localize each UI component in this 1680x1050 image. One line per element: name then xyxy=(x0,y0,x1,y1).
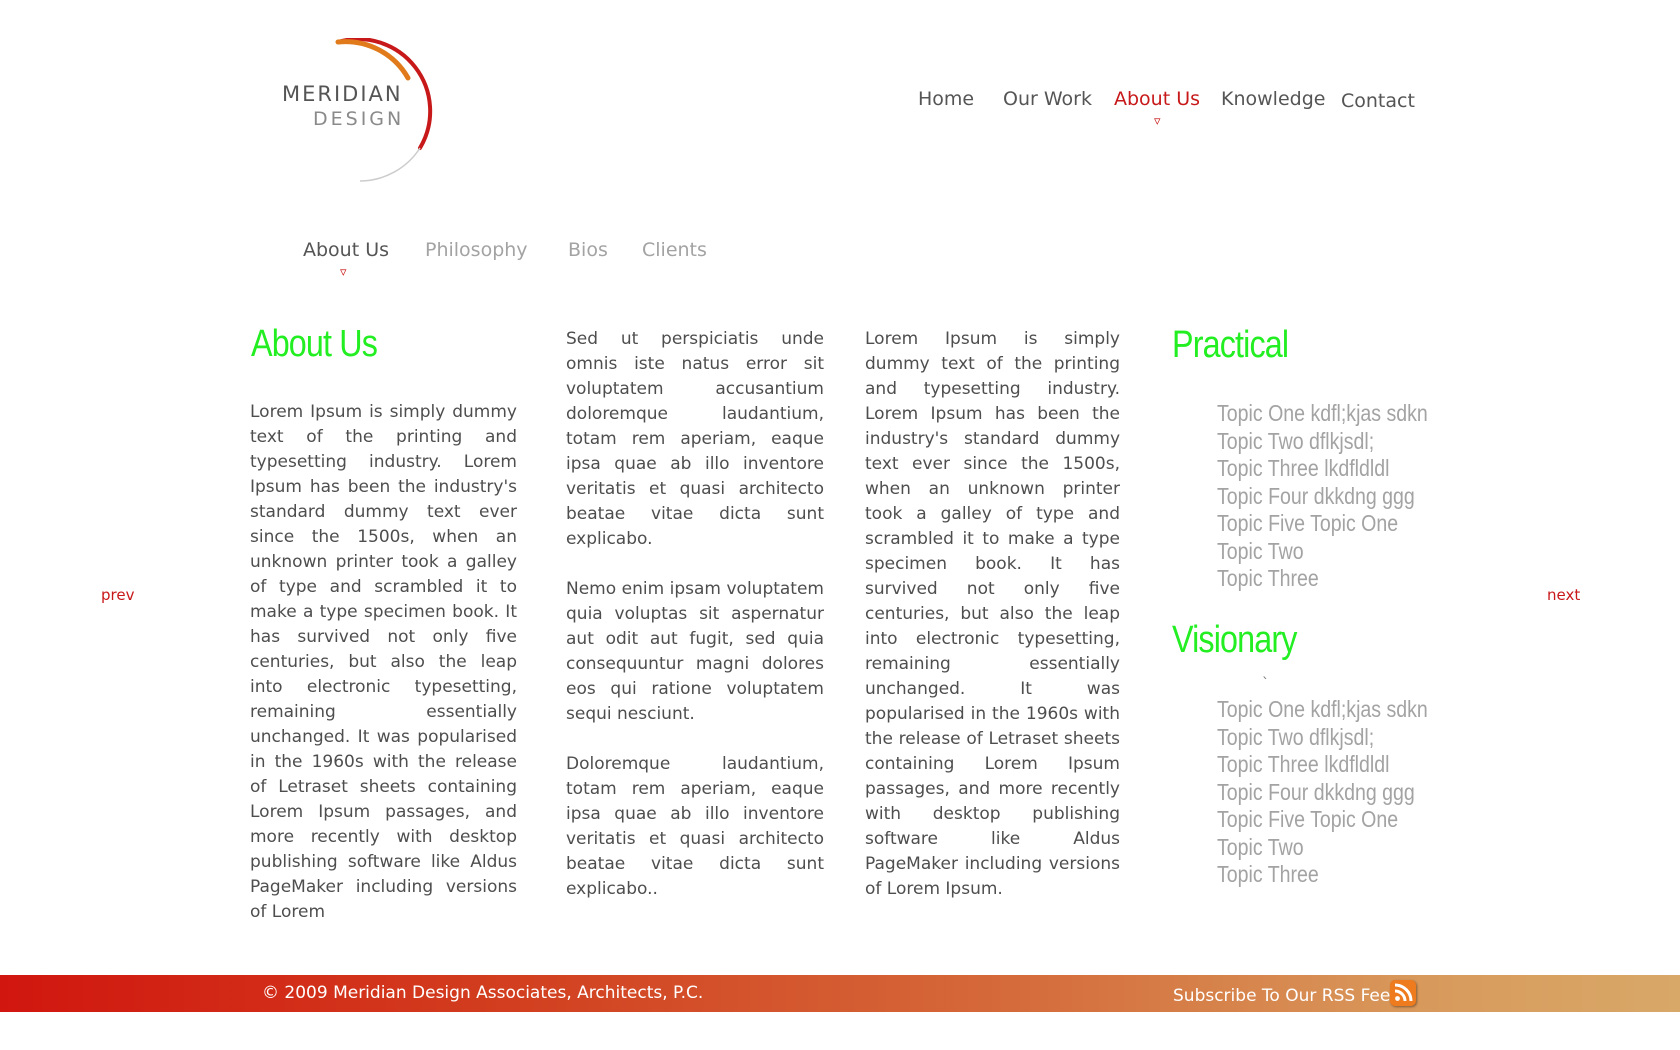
nav-about-us[interactable]: About Us xyxy=(1114,88,1200,110)
column-2-paragraph: Doloremque laudantium, totam rem aperiam… xyxy=(566,754,824,899)
practical-topic-link[interactable]: Topic Three lkdfldldl xyxy=(1217,455,1428,483)
practical-topic-link[interactable]: Topic Three xyxy=(1217,565,1428,593)
footer-bar: © 2009 Meridian Design Associates, Archi… xyxy=(0,975,1680,1012)
subnav-bios[interactable]: Bios xyxy=(568,239,608,261)
stray-tick-mark: ` xyxy=(1262,676,1269,692)
rss-icon-glyph xyxy=(1394,983,1413,1002)
nav-active-marker-icon: ▿ xyxy=(1154,114,1161,129)
subnav-about-us[interactable]: About Us xyxy=(303,239,389,261)
visionary-topic-link[interactable]: Topic Four dkkdng ggg xyxy=(1217,779,1428,807)
content-column-1: Lorem Ipsum is simply dummy text of the … xyxy=(250,400,517,950)
main-nav: Home Our Work About Us ▿ Knowledge Conta… xyxy=(0,88,1680,129)
visionary-topic-list: Topic One kdfl;kjas sdkn Topic Two dflkj… xyxy=(1217,696,1465,889)
next-link[interactable]: next xyxy=(1547,586,1580,604)
rss-subscribe-link[interactable]: Subscribe To Our RSS Feed xyxy=(1173,986,1401,1006)
practical-topic-link[interactable]: Topic One kdfl;kjas sdkn xyxy=(1217,400,1428,428)
rss-icon[interactable] xyxy=(1390,980,1416,1006)
column-2-paragraph: Nemo enim ipsam voluptatem quia voluptas… xyxy=(566,579,824,724)
column-3-text: Lorem Ipsum is simply dummy text of the … xyxy=(865,329,1120,899)
content-column-2: Sed ut perspiciatis unde omnis iste natu… xyxy=(566,327,824,927)
practical-heading: Practical xyxy=(1172,324,1289,366)
visionary-topic-link[interactable]: Topic Three xyxy=(1217,861,1428,889)
copyright-text: © 2009 Meridian Design Associates, Archi… xyxy=(262,983,704,1003)
practical-topic-link[interactable]: Topic Four dkkdng ggg xyxy=(1217,483,1428,511)
subnav-clients[interactable]: Clients xyxy=(642,239,707,261)
column-1-text: Lorem Ipsum is simply dummy text of the … xyxy=(250,402,517,922)
prev-link[interactable]: prev xyxy=(101,586,134,604)
nav-knowledge[interactable]: Knowledge xyxy=(1221,88,1325,110)
nav-our-work[interactable]: Our Work xyxy=(1003,88,1092,110)
visionary-heading: Visionary xyxy=(1172,619,1297,661)
content-column-3: Lorem Ipsum is simply dummy text of the … xyxy=(865,327,1120,927)
practical-topic-link[interactable]: Topic Two dflkjsdl; xyxy=(1217,428,1428,456)
nav-contact[interactable]: Contact xyxy=(1341,90,1415,112)
visionary-topic-link[interactable]: Topic Five Topic One xyxy=(1217,806,1428,834)
practical-topic-list: Topic One kdfl;kjas sdkn Topic Two dflkj… xyxy=(1217,400,1465,593)
sub-nav: About Us ▿ Philosophy Bios Clients xyxy=(0,239,1680,280)
nav-home[interactable]: Home xyxy=(918,88,974,110)
visionary-topic-link[interactable]: Topic One kdfl;kjas sdkn xyxy=(1217,696,1428,724)
practical-topic-link[interactable]: Topic Two xyxy=(1217,538,1428,566)
visionary-topic-link[interactable]: Topic Two dflkjsdl; xyxy=(1217,724,1428,752)
practical-topic-link[interactable]: Topic Five Topic One xyxy=(1217,510,1428,538)
subnav-active-marker-icon: ▿ xyxy=(340,265,347,280)
column-2-paragraph: Sed ut perspiciatis unde omnis iste natu… xyxy=(566,329,824,549)
page-title: About Us xyxy=(251,323,378,365)
visionary-topic-link[interactable]: Topic Two xyxy=(1217,834,1428,862)
subnav-philosophy[interactable]: Philosophy xyxy=(425,239,528,261)
visionary-topic-link[interactable]: Topic Three lkdfldldl xyxy=(1217,751,1428,779)
